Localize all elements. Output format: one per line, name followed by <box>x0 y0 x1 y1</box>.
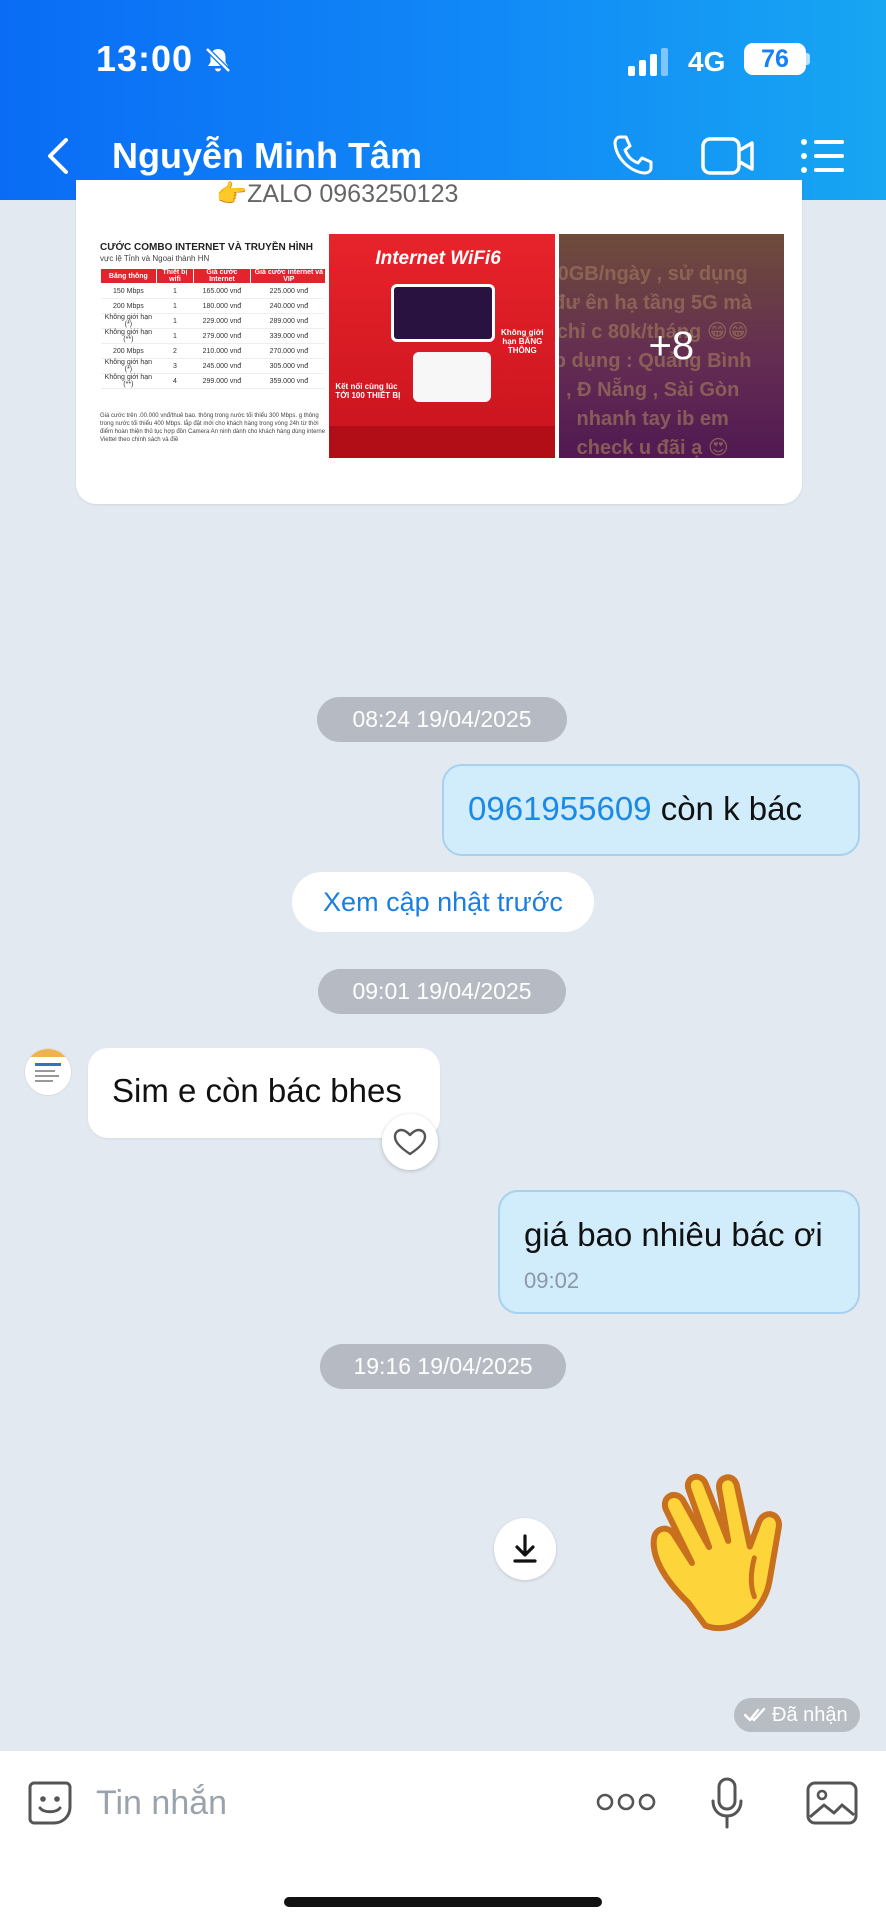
timestamp-divider: 09:01 19/04/2025 <box>318 969 566 1014</box>
heart-icon <box>393 1128 427 1156</box>
table-row: 200 Mbps 2 210.000 vnđ 270.000 vnđ <box>100 343 326 359</box>
table-header-cell: Thiết bị wifi <box>155 268 195 284</box>
contact-name[interactable]: Nguyễn Minh Tâm <box>112 135 422 177</box>
table-cell: Không giới hạn (*) <box>100 313 157 329</box>
delivery-status: Đã nhận <box>734 1698 860 1732</box>
more-media-count: +8 <box>558 234 784 458</box>
table-row: Không giới hạn (*) 1 229.000 vnđ 289.000 vn… <box>100 313 326 329</box>
wifi-promo-footer <box>329 426 555 458</box>
table-cell: 225.000 vnđ <box>250 283 326 299</box>
chat-header: 13:00 4G 76 Nguyễn Minh Tâm <box>0 0 886 200</box>
avatar[interactable] <box>24 1048 72 1096</box>
table-cell: Không giới hạn (**) <box>100 373 157 389</box>
price-table-image[interactable]: CƯỚC COMBO INTERNET VÀ TRUYỀN HÌNH vực l… <box>100 234 326 458</box>
table-cell: 200 Mbps <box>100 343 157 359</box>
battery-tip <box>806 53 810 65</box>
table-cell: 279.000 vnđ <box>193 328 251 344</box>
timestamp-divider: 08:24 19/04/2025 <box>317 697 567 742</box>
router-graphic <box>413 352 492 402</box>
price-table: Băng thông Thiết bị wifi Giá cước Internet… <box>100 268 326 389</box>
table-cell: 270.000 vnđ <box>250 343 326 359</box>
table-cell: 1 <box>156 283 194 299</box>
wifi6-promo-image[interactable]: Internet WiFi6 Không giới hạn BĂNG THÔNG… <box>329 234 555 458</box>
table-title: CƯỚC COMBO INTERNET VÀ TRUYỀN HÌNH <box>100 242 313 253</box>
table-cell: 240.000 vnđ <box>250 298 326 314</box>
table-row: Không giới hạn (**) 1 279.000 vnđ 339.000 v… <box>100 328 326 344</box>
status-time: 13:00 <box>96 38 194 79</box>
message-input[interactable] <box>96 1773 556 1833</box>
table-cell: 150 Mbps <box>100 283 157 299</box>
view-previous-updates-button[interactable]: Xem cập nhật trước <box>292 872 594 932</box>
table-note: Giá cước trên .00.000 vnđ/thuê bao. thôn… <box>100 413 326 443</box>
microphone-icon[interactable] <box>710 1777 744 1829</box>
back-icon[interactable] <box>44 136 72 176</box>
table-cell: 339.000 vnđ <box>250 328 326 344</box>
tv-screen-graphic <box>391 284 496 342</box>
table-cell: 180.000 vnđ <box>193 298 251 314</box>
table-cell: 1 <box>156 313 194 329</box>
more-media-image[interactable]: 0GB/ngày , sử dụng đư ên hạ tầng 5G mà c… <box>558 234 784 458</box>
signal-icon <box>628 48 668 76</box>
media-grid: CƯỚC COMBO INTERNET VÀ TRUYỀN HÌNH vực l… <box>100 234 784 458</box>
table-header-cell: Giá cước internet và VIP <box>249 268 326 284</box>
table-row: Không giới hạn (*) 3 245.000 vnđ 305.000 vn… <box>100 358 326 374</box>
media-message-card: 👉ZALO 0963250123 CƯỚC COMBO INTERNET VÀ … <box>76 180 802 504</box>
more-options-icon[interactable] <box>596 1791 656 1813</box>
table-cell: 200 Mbps <box>100 298 157 314</box>
message-text: Sim e còn bác bhes <box>112 1072 402 1109</box>
outgoing-message[interactable]: giá bao nhiêu bác ơi 09:02 <box>498 1190 860 1314</box>
table-cell: 289.000 vnđ <box>250 313 326 329</box>
table-cell: 245.000 vnđ <box>193 358 251 374</box>
table-cell: 229.000 vnđ <box>193 313 251 329</box>
table-row: 200 Mbps 1 180.000 vnđ 240.000 vnđ <box>100 298 326 314</box>
sticker-icon[interactable] <box>26 1779 74 1827</box>
outgoing-message[interactable]: 0961955609 còn k bác <box>442 764 860 856</box>
table-subtitle: vực lệ Tỉnh và Ngoại thành HN <box>100 254 210 263</box>
table-cell: 1 <box>156 328 194 344</box>
wifi-badge: Không giới hạn BĂNG THÔNG <box>501 328 544 355</box>
bell-muted-icon <box>205 47 231 73</box>
message-text: còn k bác <box>651 790 802 827</box>
phone-number-link[interactable]: 0961955609 <box>468 790 652 827</box>
message-input-bar <box>0 1750 886 1920</box>
battery-indicator: 76 <box>744 43 806 75</box>
message-text: giá bao nhiêu bác ơi <box>524 1216 823 1253</box>
zalo-contact-line: 👉ZALO 0963250123 <box>216 180 459 208</box>
table-cell: 299.000 vnđ <box>193 373 251 389</box>
timestamp-divider: 19:16 19/04/2025 <box>320 1344 566 1389</box>
gallery-icon[interactable] <box>806 1781 858 1825</box>
message-list[interactable]: 👉ZALO 0963250123 CƯỚC COMBO INTERNET VÀ … <box>0 180 886 1750</box>
video-call-icon[interactable] <box>700 136 756 176</box>
waving-hand-sticker-icon[interactable] <box>618 1444 830 1656</box>
table-cell: Không giới hạn (**) <box>100 328 157 344</box>
message-time: 09:02 <box>524 1268 580 1293</box>
menu-icon[interactable] <box>800 138 846 174</box>
table-cell: 210.000 vnđ <box>193 343 251 359</box>
double-check-icon <box>744 1707 766 1722</box>
table-header-cell: Giá cước Internet <box>193 268 251 284</box>
wifi-connect-text: Kết nối cùng lúc TỚI 100 THIẾT BỊ <box>335 382 401 400</box>
download-icon <box>513 1534 537 1563</box>
network-type: 4G <box>688 46 726 77</box>
table-cell: 305.000 vnđ <box>250 358 326 374</box>
table-row: 150 Mbps 1 165.000 vnđ 225.000 vnđ <box>100 283 326 299</box>
wifi-promo-title: Internet WiFi6 <box>375 248 501 269</box>
table-cell: 4 <box>156 373 194 389</box>
table-header-cell: Băng thông <box>100 268 157 284</box>
home-indicator <box>284 1897 602 1907</box>
table-cell: 2 <box>156 343 194 359</box>
table-cell: 359.000 vnđ <box>250 373 326 389</box>
phone-call-icon[interactable] <box>610 132 656 178</box>
table-cell: 3 <box>156 358 194 374</box>
table-cell: 1 <box>156 298 194 314</box>
react-heart-button[interactable] <box>382 1114 438 1170</box>
table-cell: Không giới hạn (*) <box>100 358 157 374</box>
table-row: Không giới hạn (**) 4 299.000 vnđ 359.000 v… <box>100 373 326 389</box>
table-cell: 165.000 vnđ <box>193 283 251 299</box>
download-button[interactable] <box>494 1518 556 1580</box>
delivery-status-text: Đã nhận <box>772 1704 848 1726</box>
avatar-image-icon <box>25 1049 71 1082</box>
